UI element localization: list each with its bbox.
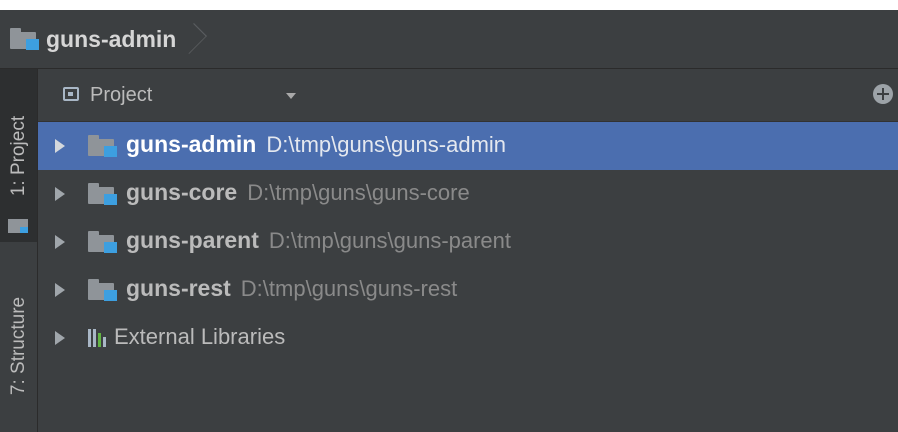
tree-item-external-libraries[interactable]: External Libraries xyxy=(38,314,898,362)
expand-arrow-icon[interactable] xyxy=(55,187,65,201)
module-path: D:\tmp\guns\guns-parent xyxy=(268,228,512,253)
project-tab-icon xyxy=(8,219,28,233)
module-folder-icon xyxy=(88,279,118,301)
module-path: D:\tmp\guns\guns-core xyxy=(247,180,470,205)
module-folder-icon xyxy=(88,135,118,157)
library-icon xyxy=(88,329,108,347)
module-name: guns-admin D:\tmp\guns\guns-admin xyxy=(126,131,507,157)
window-title-fragment xyxy=(0,0,898,10)
expand-arrow-icon[interactable] xyxy=(55,139,65,153)
caret-down-icon[interactable] xyxy=(286,93,296,99)
tree-item-guns-parent[interactable]: guns-parent D:\tmp\guns\guns-parent xyxy=(38,218,898,266)
module-name: guns-parent D:\tmp\guns\guns-parent xyxy=(126,227,512,253)
expand-arrow-icon[interactable] xyxy=(55,331,65,345)
tab-structure-label: 7: Structure xyxy=(7,296,29,395)
project-view-icon xyxy=(63,87,79,101)
module-path: D:\tmp\guns\guns-rest xyxy=(240,276,458,301)
breadcrumb[interactable]: guns-admin xyxy=(10,22,200,56)
expand-arrow-icon[interactable] xyxy=(55,235,65,249)
module-name: guns-rest D:\tmp\guns\guns-rest xyxy=(126,275,458,301)
target-icon[interactable] xyxy=(873,84,893,104)
project-panel-header: Project xyxy=(38,69,898,122)
tree-item-guns-core[interactable]: guns-core D:\tmp\guns\guns-core xyxy=(38,170,898,218)
tree-item-guns-admin[interactable]: guns-admin D:\tmp\guns\guns-admin xyxy=(38,122,898,170)
module-folder-icon xyxy=(88,231,118,253)
project-tree: guns-admin D:\tmp\guns\guns-admin guns-co… xyxy=(38,122,898,432)
navigation-bar: guns-admin xyxy=(0,10,898,69)
breadcrumb-module-label: guns-admin xyxy=(46,25,177,52)
tab-project[interactable]: 1: Project xyxy=(0,69,37,242)
tree-item-guns-rest[interactable]: guns-rest D:\tmp\guns\guns-rest xyxy=(38,266,898,314)
tab-structure[interactable]: 7: Structure xyxy=(0,259,37,432)
module-folder-icon xyxy=(10,28,40,50)
tab-project-label: 1: Project xyxy=(7,115,29,196)
module-name: guns-core D:\tmp\guns\guns-core xyxy=(126,179,470,205)
view-selector-label[interactable]: Project xyxy=(90,84,152,107)
module-path: D:\tmp\guns\guns-admin xyxy=(266,132,507,157)
libraries-label: External Libraries xyxy=(114,324,286,349)
module-folder-icon xyxy=(88,183,118,205)
tool-window-sidebar: 1: Project 7: Structure xyxy=(0,69,38,432)
expand-arrow-icon[interactable] xyxy=(55,283,65,297)
breadcrumb-separator xyxy=(184,22,200,56)
